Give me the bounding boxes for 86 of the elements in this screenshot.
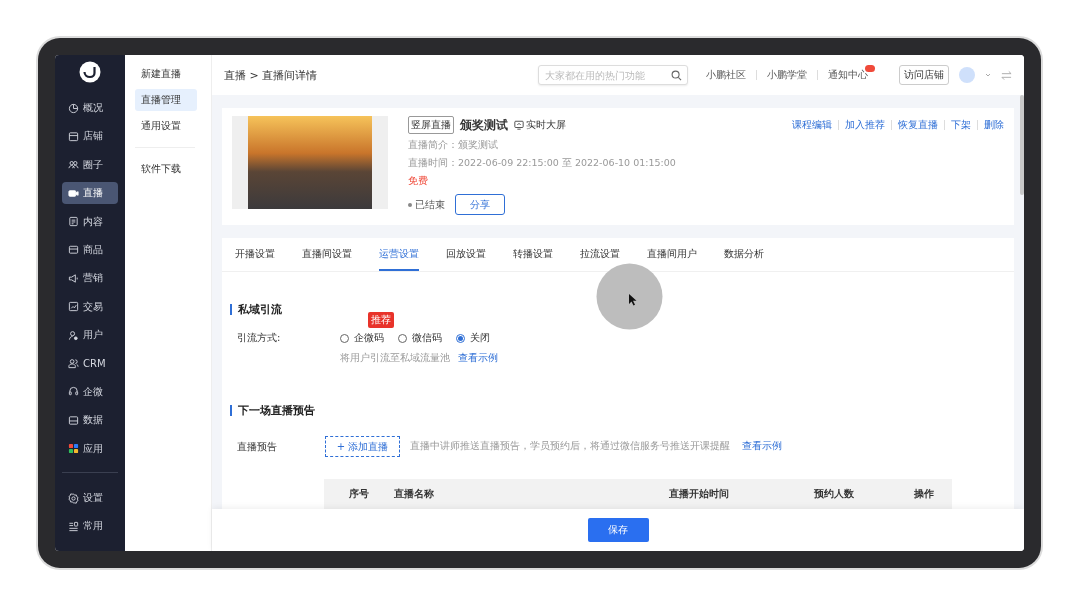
- sidebar-item[interactable]: 交易: [62, 295, 118, 318]
- search-icon[interactable]: [671, 69, 682, 81]
- tab[interactable]: 数据分析: [724, 238, 764, 271]
- monitor-icon: [514, 120, 524, 130]
- box-icon: [68, 244, 79, 256]
- sidebar-item[interactable]: 直播: [62, 182, 118, 205]
- header-link[interactable]: 小鹏社区: [706, 68, 746, 82]
- list-icon: [68, 520, 79, 532]
- column-header: 预约人数: [813, 487, 855, 501]
- section-title: 私域引流: [238, 302, 282, 317]
- hint-text: 直播中讲师推送直播预告，学员预约后，将通过微信服务号推送开课提醒: [410, 440, 730, 453]
- apps-icon: [68, 443, 79, 455]
- cursor-highlight-drawing: [596, 263, 663, 330]
- save-button[interactable]: 保存: [587, 518, 649, 542]
- sidebar-item[interactable]: 概况: [62, 97, 118, 119]
- action-link[interactable]: 恢复直播: [898, 118, 938, 132]
- action-link[interactable]: 删除: [984, 118, 1004, 132]
- column-header: 操作: [913, 487, 935, 501]
- radio-label[interactable]: 微信码: [412, 331, 442, 345]
- people-icon: [68, 159, 79, 171]
- tab[interactable]: 直播间用户: [647, 238, 697, 271]
- radio-label[interactable]: 关闭: [470, 331, 490, 345]
- sidebar-item[interactable]: 用户: [62, 324, 118, 347]
- visit-store-button[interactable]: 访问店铺: [899, 65, 949, 85]
- column-header: 直播名称: [394, 487, 435, 501]
- header-link[interactable]: 小鹏学堂: [767, 68, 807, 82]
- store-icon: [68, 130, 79, 142]
- sidebar-item[interactable]: 数据: [62, 409, 118, 432]
- tab[interactable]: 运营设置: [379, 238, 419, 271]
- sidebar-item[interactable]: 营销: [62, 267, 118, 290]
- monitor-icon: [68, 414, 79, 426]
- sidebar-item[interactable]: 设置: [62, 487, 118, 510]
- sidebar-item[interactable]: 店铺: [62, 125, 118, 148]
- sidebar-item[interactable]: 应用: [62, 437, 118, 460]
- video-camera-icon: [68, 187, 79, 199]
- header-link[interactable]: 通知中心: [828, 68, 868, 82]
- caret-icon[interactable]: [985, 72, 991, 78]
- subnav-item[interactable]: 新建直播: [135, 63, 197, 85]
- document-icon: [68, 216, 79, 228]
- action-link[interactable]: 加入推荐: [845, 118, 885, 132]
- big-screen-link[interactable]: 实时大屏: [514, 118, 566, 132]
- section-title: 下一场直播预告: [238, 403, 315, 418]
- status-label: 已结束: [408, 197, 445, 212]
- column-header: 序号: [348, 487, 370, 501]
- action-link[interactable]: 下架: [951, 118, 971, 132]
- share-button[interactable]: 分享: [455, 194, 505, 215]
- users-icon: [68, 358, 79, 369]
- field-label: 引流方式:: [237, 331, 282, 345]
- hint-text: 将用户引流至私域流量池: [340, 352, 450, 365]
- swap-icon[interactable]: [1001, 69, 1012, 81]
- add-live-button[interactable]: + 添加直播: [325, 436, 400, 457]
- pie-chart-icon: [68, 102, 79, 114]
- live-intro: 直播简介：颁奖测试: [408, 139, 499, 152]
- recommend-badge: 推荐: [368, 312, 394, 328]
- tag: 竖屏直播: [408, 116, 454, 134]
- column-header: 直播开始时间: [668, 487, 730, 501]
- scrollbar[interactable]: [1020, 95, 1024, 195]
- live-title: 颁奖测试: [460, 117, 508, 133]
- price-label: 免费: [408, 175, 429, 188]
- sidebar-item[interactable]: 企微: [62, 380, 118, 403]
- sidebar-item[interactable]: CRM: [62, 352, 118, 375]
- chart-icon: [68, 301, 79, 313]
- radio-label[interactable]: 企微码: [354, 331, 384, 345]
- sidebar-item[interactable]: 圈子: [62, 153, 118, 176]
- breadcrumb: 直播 > 直播间详情: [224, 67, 318, 83]
- action-link[interactable]: 课程编辑: [792, 118, 832, 132]
- tab[interactable]: 拉流设置: [580, 238, 620, 271]
- tab[interactable]: 直播间设置: [302, 238, 352, 271]
- headset-icon: [68, 386, 79, 398]
- example-link[interactable]: 查看示例: [742, 440, 782, 453]
- subnav-item[interactable]: 软件下载: [135, 158, 197, 180]
- tab[interactable]: 转播设置: [513, 238, 553, 271]
- field-label: 直播预告: [237, 439, 278, 454]
- sidebar-item[interactable]: 内容: [62, 210, 118, 233]
- user-icon: [68, 329, 79, 341]
- subnav-item[interactable]: 直播管理: [135, 89, 197, 111]
- tab[interactable]: 回放设置: [446, 238, 486, 271]
- subnav-item[interactable]: 通用设置: [135, 115, 197, 137]
- megaphone-icon: [68, 272, 79, 284]
- tab[interactable]: 开播设置: [235, 238, 275, 271]
- sidebar-item[interactable]: 商品: [62, 238, 118, 261]
- sidebar-item[interactable]: 常用: [62, 515, 118, 538]
- logo-icon: [79, 61, 101, 83]
- gear-icon: [68, 492, 79, 504]
- live-time: 直播时间：2022-06-09 22:15:00 至 2022-06-10 01:15:00: [408, 157, 677, 170]
- example-link[interactable]: 查看示例: [458, 352, 498, 365]
